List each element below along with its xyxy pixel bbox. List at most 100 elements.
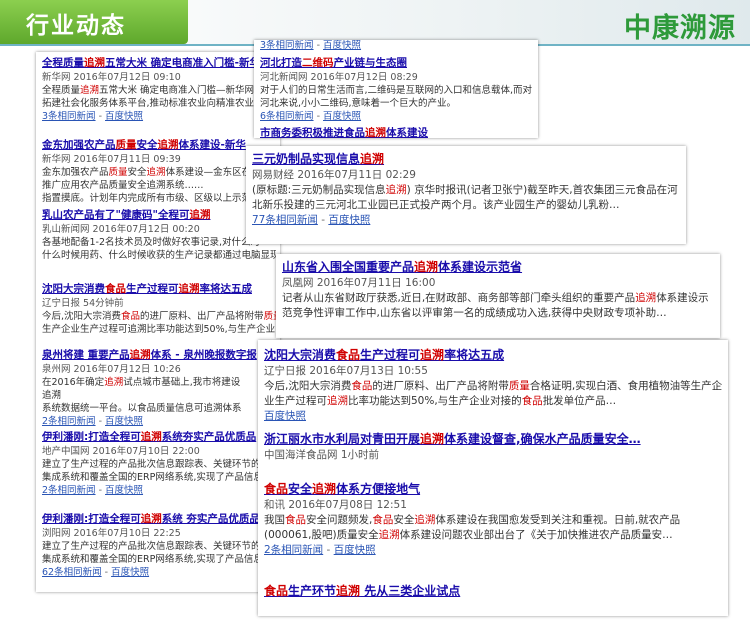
brand-logo: 中康溯源 (624, 13, 736, 44)
news-item: 市商务委积极推进食品追溯体系建设 (260, 126, 534, 138)
news-item: 泉州将建 重要产品追溯体系 - 泉州晚报数字报 泉州网 2016年07月12日 1… (42, 348, 276, 428)
section-title: 行业动态 (26, 13, 126, 39)
snippet-segment: 食品 (285, 514, 306, 526)
news-item: 伊利潘刚:打造全程可追溯系统夯实产品优质品 地产中国网 2016年07月10日 2… (42, 430, 276, 497)
title-segment: 沈阳大宗消费 (264, 348, 337, 362)
snapshot-link[interactable]: 百度快照 (105, 416, 143, 427)
title-segment: 追溯 (157, 139, 179, 151)
snapshot-link[interactable]: 百度快照 (264, 410, 306, 422)
link-separator: - (101, 567, 112, 578)
snippet-segment: 质量 (508, 380, 530, 392)
news-item: 食品安全追溯体系方便接地气 和讯 2016年07月08日 12:51 我国食品安全问… (264, 480, 724, 558)
top-right-news-clip: 3条相同新闻 - 百度快照 河北打造二维码产业链与生态圈 河北新闻网 2016年07… (254, 40, 538, 138)
snippet-segment: 比率功能达到50%,与生产企业对接的 (348, 395, 522, 407)
news-title-link[interactable]: 山东省入围全国重要产品追溯体系建设示范省 (282, 258, 716, 276)
snapshot-link[interactable]: 百度快照 (323, 111, 361, 122)
news-title-link[interactable]: 食品安全追溯体系方便接地气 (264, 480, 724, 498)
title-segment: 沈阳大宗消费 (42, 283, 105, 295)
bottom-news-clip: 沈阳大宗消费食品生产过程可追溯率将达五成 辽宁日报 2016年07月13日 10:… (258, 340, 728, 616)
title-segment: 伊利潘刚:打造全程可 (42, 431, 141, 443)
snapshot-link[interactable]: 百度快照 (328, 214, 370, 226)
snippet-segment: 追溯 (635, 292, 657, 304)
news-title-link[interactable]: 沈阳大宗消费食品生产过程可追溯率将达五成 (42, 282, 276, 297)
title-segment: 追溯 (414, 260, 439, 274)
news-item: 三元奶制品实现信息追溯 网易财经 2016年07月11日 02:29 (原标题:三元… (252, 150, 682, 228)
title-segment: 追溯 (420, 348, 445, 362)
link-separator: - (95, 111, 106, 122)
same-news-link[interactable]: 77条相同新闻 (252, 214, 318, 226)
news-source-date: 地产中国网 2016年07月10日 22:00 (42, 446, 200, 457)
news-source-date: 泉州网 2016年07月12日 10:26 (42, 364, 181, 375)
news-source-date: 辽宁日报 2016年07月13日 10:55 (264, 365, 428, 377)
shandong-news-clip: 山东省入围全国重要产品追溯体系建设示范省 凤凰网 2016年07月11日 16:0… (276, 254, 720, 338)
news-title-link[interactable]: 浙江丽水市水利局对青田开展追溯体系建设督查,确保水产品质量安全… (264, 430, 724, 448)
same-news-link[interactable]: 62条相同新闻 (42, 567, 102, 578)
news-title-link[interactable]: 河北打造二维码产业链与生态圈 (260, 56, 534, 71)
news-links: 77条相同新闻 - 百度快照 (252, 213, 682, 228)
title-segment: 追溯 (140, 431, 162, 443)
news-title-link[interactable]: 食品生产环节追溯 先从三类企业试点 (264, 582, 724, 600)
title-segment: 追溯 (84, 57, 105, 69)
snippet-segment: 在2016年确定 (42, 377, 105, 388)
title-segment: 方便 (360, 482, 385, 496)
title-segment: 率将达五成 (444, 348, 505, 362)
news-title-link[interactable]: 市商务委积极推进食品追溯体系建设 (260, 126, 534, 138)
title-segment: 食品 (105, 283, 126, 295)
snippet-segment: 追溯 (80, 85, 100, 96)
title-segment: 伊利潘刚:打造全程可 (42, 513, 141, 525)
title-segment: 三元奶制品实现信息 (252, 152, 361, 166)
news-title-link[interactable]: 乳山农产品有了"健康码"全程可追溯 (42, 208, 276, 223)
news-links: 2条相同新闻 - 百度快照 (42, 484, 276, 497)
news-source-date: 新华网 2016年07月12日 09:10 (42, 72, 181, 83)
snapshot-link[interactable]: 百度快照 (323, 40, 361, 51)
snippet-segment: 安全 (393, 514, 415, 526)
snippet-segment: 的进厂原料、出厂产品将附带 (140, 311, 264, 322)
news-title-link[interactable]: 伊利潘刚:打造全程可追溯系统夯实产品优质品 (42, 430, 276, 445)
news-snippet: 在2016年确定追溯试点城市基础上,我市将建设 (42, 376, 276, 389)
news-item: 沈阳大宗消费食品生产过程可追溯率将达五成 辽宁日报 2016年07月13日 10:… (264, 346, 724, 424)
news-source-date: 浏阳网 2016年07月10日 22:25 (42, 528, 181, 539)
same-news-link[interactable]: 3条相同新闻 (260, 40, 314, 51)
news-snippet-line: 追溯 (42, 390, 62, 401)
title-segment: 乳山农产品有了"健康码"全程可 (42, 209, 190, 221)
snippet-segment: 今后,沈阳大宗消费 (42, 311, 122, 322)
news-source-date: 中国海洋食品网 1小时前 (264, 449, 380, 461)
snippet-segment: 质量 (263, 311, 276, 322)
snapshot-link[interactable]: 百度快照 (105, 485, 143, 496)
news-title-link[interactable]: 金东加强农产品质量安全追溯体系建设-新华 (42, 138, 276, 153)
same-news-link[interactable]: 2条相同新闻 (42, 416, 96, 427)
snapshot-link[interactable]: 百度快照 (105, 111, 143, 122)
news-title-link[interactable]: 伊利潘刚:打造全程可追溯系统 夯实产品优质品 (42, 512, 276, 527)
news-source-date: 辽宁日报 54分钟前 (42, 298, 124, 309)
news-title-link[interactable]: 三元奶制品实现信息追溯 (252, 150, 682, 168)
news-links: 百度快照 (264, 409, 724, 424)
snippet-segment: 追溯 (414, 514, 436, 526)
news-title-link[interactable]: 泉州将建 重要产品追溯体系 - 泉州晚报数字报 (42, 348, 276, 363)
same-news-link[interactable]: 2条相同新闻 (42, 485, 96, 496)
news-title-link[interactable]: 全程质量追溯五常大米 确定电商准入门槛-新华 (42, 56, 276, 71)
title-segment: 金东加强农产品 (42, 139, 116, 151)
same-news-link[interactable]: 2条相同新闻 (264, 544, 323, 556)
left-news-column: 全程质量追溯五常大米 确定电商准入门槛-新华 新华网 2016年07月12日 09… (36, 52, 280, 592)
news-item: 山东省入围全国重要产品追溯体系建设示范省 凤凰网 2016年07月11日 16:0… (282, 258, 716, 321)
snapshot-link[interactable]: 百度快照 (334, 544, 376, 556)
news-snippet-line: 什么时候用药、什么时候收获的生产记录都通过电脑显现 (42, 250, 276, 261)
news-source-date: 河北新闻网 2016年07月12日 08:29 (260, 72, 418, 83)
title-segment: 浙江丽水市水利局对青田开展 (264, 432, 421, 446)
news-snippet: 我国食品安全问题频发,食品安全追溯体系建设在我国愈发受到关注和重视。日前,就农产… (264, 513, 724, 543)
section-tab: 行业动态 (0, 0, 188, 44)
title-segment: 食品 (264, 584, 289, 598)
news-title-link[interactable]: 沈阳大宗消费食品生产过程可追溯率将达五成 (264, 346, 724, 364)
snippet-segment: 试点城市基础上,我市将建设 (123, 377, 241, 388)
news-source-date: 新华网 2016年07月11日 09:39 (42, 154, 181, 165)
title-segment: 体系建设督查,确保水产品质量安全… (444, 432, 641, 446)
same-news-link[interactable]: 6条相同新闻 (260, 111, 314, 122)
snippet-segment: (原标题:三元奶制品实现信息 (252, 184, 386, 196)
news-source-date: 和讯 2016年07月08日 12:51 (264, 499, 407, 511)
news-item: 全程质量追溯五常大米 确定电商准入门槛-新华 新华网 2016年07月12日 09… (42, 56, 276, 123)
news-links: 62条相同新闻 - 百度快照 (42, 566, 276, 579)
link-separator: - (95, 485, 106, 496)
snapshot-link[interactable]: 百度快照 (111, 567, 149, 578)
same-news-link[interactable]: 3条相同新闻 (42, 111, 96, 122)
title-segment: 体系建设示范省 (438, 260, 523, 274)
